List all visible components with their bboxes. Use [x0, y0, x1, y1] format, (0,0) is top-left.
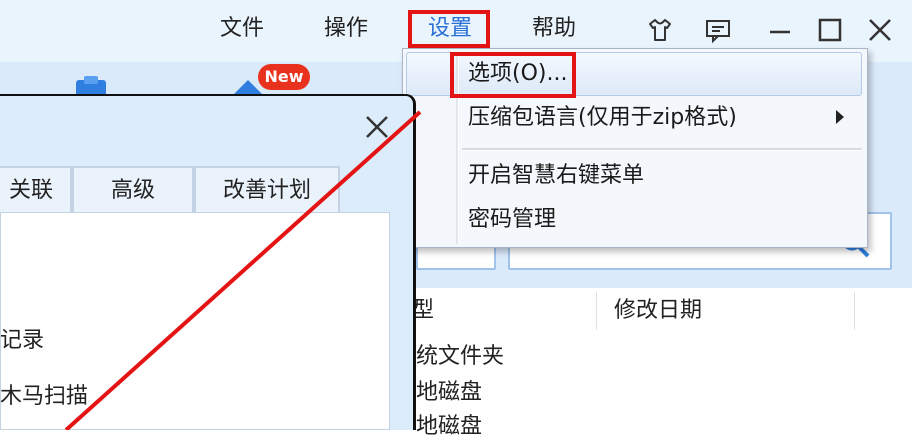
menu-item-archive-language[interactable]: 压缩包语言(仅用于zip格式): [468, 102, 737, 134]
message-icon[interactable]: [704, 16, 732, 44]
submenu-arrow-icon: [836, 110, 844, 124]
column-modified-date[interactable]: 修改日期: [614, 296, 702, 326]
menu-item-smart-context-menu[interactable]: 开启智慧右键菜单: [468, 160, 644, 192]
column-separator[interactable]: [596, 292, 597, 330]
app-window: 文件 操作 设置 帮助 New 型 修改日期 统文件夹 地磁盘 地磁盘 选项(O…: [0, 0, 912, 439]
tab-association[interactable]: 关联: [0, 166, 72, 212]
maximize-icon[interactable]: [816, 16, 844, 44]
menu-item-password-manager[interactable]: 密码管理: [468, 204, 556, 236]
dialog-option-label[interactable]: 记录: [0, 326, 44, 356]
list-item[interactable]: 地磁盘: [416, 412, 482, 442]
close-icon[interactable]: [866, 16, 894, 44]
skin-icon[interactable]: [646, 16, 674, 44]
menu-file[interactable]: 文件: [212, 14, 272, 44]
menu-separator: [462, 148, 862, 151]
minimize-icon[interactable]: [766, 16, 794, 44]
menu-operation[interactable]: 操作: [316, 14, 376, 44]
list-item[interactable]: 地磁盘: [416, 378, 482, 408]
tab-improvement-plan[interactable]: 改善计划: [194, 166, 340, 212]
tab-advanced[interactable]: 高级: [72, 166, 194, 212]
new-badge: New: [258, 64, 310, 90]
highlight-options-box: [450, 52, 576, 98]
column-separator[interactable]: [854, 292, 855, 330]
menu-help[interactable]: 帮助: [524, 14, 584, 44]
highlight-settings-box: [408, 10, 490, 48]
dialog-option-label[interactable]: 木马扫描: [0, 382, 88, 412]
dialog-close-icon[interactable]: [364, 114, 390, 140]
list-item[interactable]: 统文件夹: [416, 342, 504, 372]
